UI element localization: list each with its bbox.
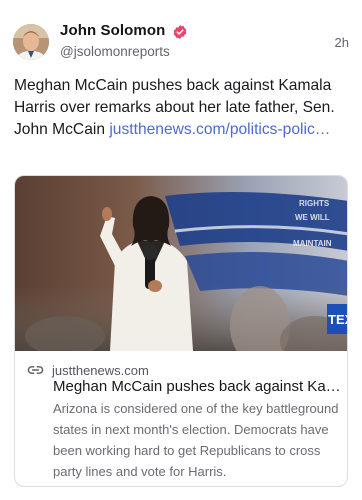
card-title: Meghan McCain pushes back against Kamala… xyxy=(53,378,341,395)
avatar-image xyxy=(13,24,49,60)
post: John Solomon @jsolomonreports 2h Meghan … xyxy=(0,0,362,500)
post-text: Meghan McCain pushes back against Kamala… xyxy=(14,75,354,141)
card-description: Arizona is considered one of the key bat… xyxy=(53,401,339,479)
post-timestamp[interactable]: 2h xyxy=(335,35,349,50)
post-link[interactable]: justthenews.com/politics-polic… xyxy=(109,121,330,138)
link-icon xyxy=(27,366,44,374)
author-handle[interactable]: @jsolomonreports xyxy=(60,44,170,59)
card-image: RIGHTS WE WILL MAINTAIN TEX xyxy=(15,176,348,351)
banner-word-1: RIGHTS xyxy=(299,199,330,208)
sign-text: TEX xyxy=(328,312,348,327)
verified-badge-icon xyxy=(173,25,187,39)
author-name[interactable]: John Solomon xyxy=(60,22,165,39)
banner-word-3: MAINTAIN xyxy=(293,239,332,248)
card-domain-row: justthenews.com xyxy=(27,362,149,378)
avatar[interactable] xyxy=(13,24,49,60)
link-preview-card[interactable]: RIGHTS WE WILL MAINTAIN TEX justt xyxy=(14,175,348,487)
banner-word-2: WE WILL xyxy=(295,213,330,222)
card-domain: justthenews.com xyxy=(52,362,149,378)
